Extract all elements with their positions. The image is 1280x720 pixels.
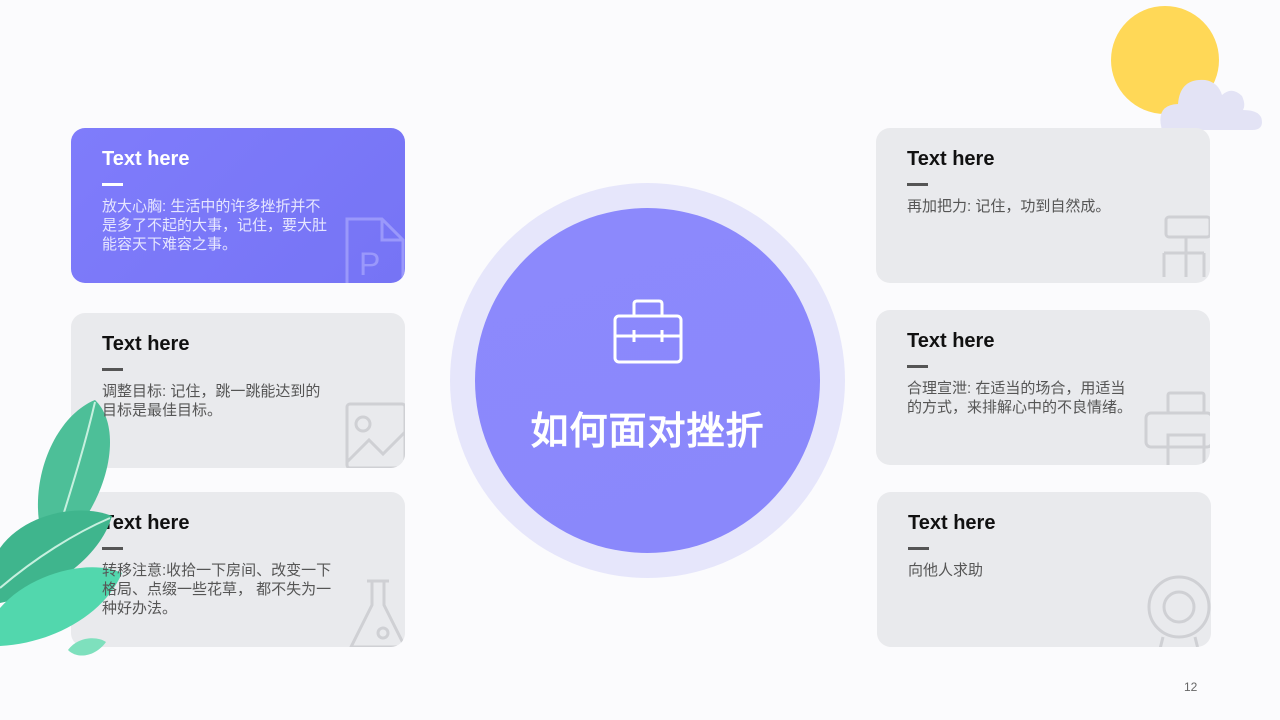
title-underline: [907, 183, 928, 186]
card-body: 转移注意:收拾一下房间、改变一下格局、点缀一些花草， 都不失为一种好办法。: [102, 562, 332, 617]
center-title: 如何面对挫折: [530, 411, 765, 453]
image-icon: [345, 402, 405, 468]
title-underline: [102, 183, 123, 186]
leaf-icon: [68, 638, 106, 656]
card-body: 向他人求助: [908, 562, 984, 579]
card-title: Text here: [102, 512, 190, 534]
card-title: Text here: [907, 330, 995, 352]
ppt-file-icon: P: [345, 217, 405, 283]
card-title: Text here: [907, 148, 995, 170]
center-circle: [475, 208, 820, 553]
leaf-illustration: [0, 400, 122, 656]
card-right-3[interactable]: Text here 向他人求助: [877, 492, 1211, 647]
title-underline: [102, 368, 123, 371]
title-underline: [908, 547, 929, 550]
sun-cloud-illustration: [1111, 6, 1262, 130]
card-title: Text here: [908, 512, 996, 534]
card-body: 再加把力: 记住，功到自然成。: [907, 198, 1111, 215]
card-body: 合理宣泄: 在适当的场合，用适当的方式，来排解心中的不良情绪。: [907, 380, 1133, 416]
briefcase-icon: [613, 299, 683, 364]
card-title: Text here: [102, 333, 190, 355]
card-title: Text here: [102, 148, 190, 170]
network-icon: [1162, 215, 1210, 277]
card-body: 调整目标: 记住，跳一跳能达到的目标是最佳目标。: [102, 383, 321, 419]
printer-icon: [1144, 391, 1210, 465]
card-right-1[interactable]: Text here 再加把力: 记住，功到自然成。: [876, 128, 1210, 283]
page-number: 12: [1184, 680, 1198, 694]
card-body: 放大心胸: 生活中的许多挫折并不是多了不起的大事，记住，要大肚能容天下难容之事。: [102, 198, 328, 253]
card-right-2[interactable]: Text here 合理宣泄: 在适当的场合，用适当的方式，来排解心中的不良情绪…: [876, 310, 1210, 465]
webcam-icon: [1147, 575, 1211, 647]
svg-text:P: P: [359, 246, 380, 282]
title-underline: [907, 365, 928, 368]
flask-icon: [349, 579, 405, 647]
card-left-1[interactable]: Text here 放大心胸: 生活中的许多挫折并不是多了不起的大事，记住，要大…: [71, 128, 405, 283]
